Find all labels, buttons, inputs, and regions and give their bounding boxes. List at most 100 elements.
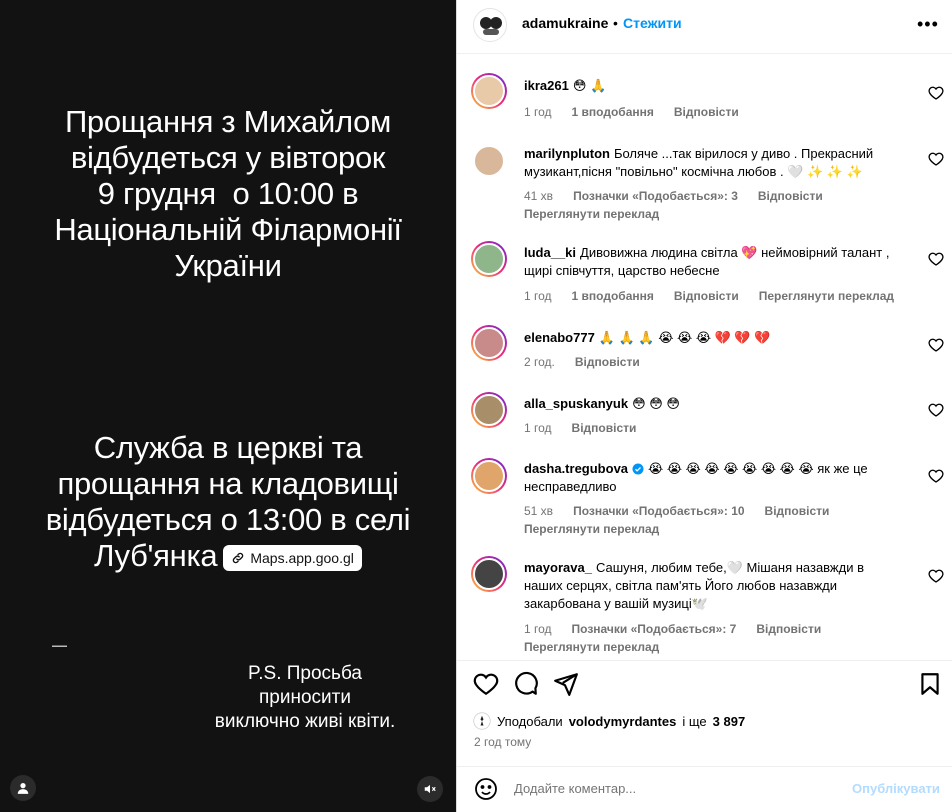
comment-text: dasha.tregubova 😭 😭 😭 😭 😭 😭 😭 😭 😭 як же ц… bbox=[524, 460, 904, 496]
reply-button[interactable]: Відповісти bbox=[758, 189, 823, 203]
post-actions-bar bbox=[457, 660, 952, 710]
emoji-icon[interactable] bbox=[474, 777, 498, 801]
like-icon[interactable] bbox=[473, 671, 499, 697]
comment-time: 51 хв bbox=[524, 504, 554, 518]
comment-likes[interactable]: Позначки «Подобається»: 10 bbox=[573, 504, 744, 518]
heart-icon[interactable] bbox=[928, 251, 944, 267]
add-comment-bar: Опублікувати bbox=[457, 766, 952, 812]
comment-time: 2 год. bbox=[524, 355, 555, 369]
media-line: України bbox=[174, 248, 282, 283]
comment-username[interactable]: luda__ki bbox=[524, 245, 576, 260]
reply-button[interactable]: Відповісти bbox=[674, 105, 739, 119]
comment-time: 1 год bbox=[524, 622, 552, 636]
reply-button[interactable]: Відповісти bbox=[756, 622, 821, 636]
comment-username[interactable]: dasha.tregubova bbox=[524, 461, 628, 476]
media-text-block-2: Служба в церкві та прощання на кладовищі… bbox=[0, 430, 456, 574]
likes-prefix: Уподобали bbox=[497, 713, 563, 729]
media-line: Національній Філармонії bbox=[54, 212, 402, 247]
comment-username[interactable]: elenabo777 bbox=[524, 330, 595, 345]
share-icon[interactable] bbox=[553, 671, 579, 697]
see-translation-link[interactable]: Переглянути переклад bbox=[759, 289, 894, 303]
maps-link-label: Maps.app.goo.gl bbox=[250, 550, 354, 566]
more-options-icon[interactable]: ••• bbox=[917, 14, 939, 35]
media-line: 9 грудня о 10:00 в bbox=[97, 176, 359, 211]
post-header: adamukraine • Стежити ••• bbox=[457, 0, 952, 54]
watermark: ▬▬▬ bbox=[52, 643, 67, 649]
avatar[interactable] bbox=[471, 325, 507, 361]
comment-input[interactable] bbox=[514, 781, 834, 796]
post-author-username[interactable]: adamukraine bbox=[522, 15, 608, 31]
heart-icon[interactable] bbox=[928, 568, 944, 584]
comment-text: alla_spuskanyuk 😳 😳 😳 bbox=[524, 395, 904, 413]
avatar[interactable] bbox=[471, 556, 507, 592]
comment-meta: 1 год Позначки «Подобається»: 7 Відповісти bbox=[524, 622, 841, 636]
comment-likes[interactable]: 1 вподобання bbox=[572, 289, 654, 303]
heart-icon[interactable] bbox=[928, 337, 944, 353]
reply-button[interactable]: Відповісти bbox=[575, 355, 640, 369]
media-line: виключно живі квіти. bbox=[214, 711, 396, 732]
comment-meta: 1 год 1 вподобання Відповісти bbox=[524, 105, 759, 119]
mute-button[interactable] bbox=[417, 776, 443, 802]
comment-username[interactable]: ikra261 bbox=[524, 78, 569, 93]
heart-icon[interactable] bbox=[928, 85, 944, 101]
media-line: відбудеться о 13:00 в селі bbox=[45, 502, 411, 537]
comment-meta: 51 хв Позначки «Подобається»: 10 Відповіст… bbox=[524, 504, 849, 518]
see-translation-link[interactable]: Переглянути переклад bbox=[524, 522, 659, 536]
reply-button[interactable]: Відповісти bbox=[674, 289, 739, 303]
comment-username[interactable]: mayorava_ bbox=[524, 560, 592, 575]
user-icon bbox=[17, 783, 29, 794]
avatar[interactable] bbox=[471, 241, 507, 277]
avatar[interactable] bbox=[471, 458, 507, 494]
comment-likes[interactable]: Позначки «Подобається»: 7 bbox=[572, 622, 737, 636]
speaker-muted-icon bbox=[424, 784, 436, 794]
post-timestamp: 2 год тому bbox=[474, 735, 532, 749]
avatar[interactable] bbox=[471, 73, 507, 109]
follow-button[interactable]: Стежити bbox=[623, 15, 682, 31]
comment-likes[interactable]: Позначки «Подобається»: 3 bbox=[573, 189, 738, 203]
comment-time: 1 год bbox=[524, 289, 552, 303]
avatar[interactable] bbox=[471, 143, 507, 179]
media-line: Луб'янка bbox=[94, 538, 218, 573]
comment-meta: 1 год 1 вподобання Відповісти Переглянути п… bbox=[524, 289, 914, 303]
media-line: Служба в церкві та bbox=[93, 430, 363, 465]
reply-button[interactable]: Відповісти bbox=[572, 421, 637, 435]
heart-icon[interactable] bbox=[928, 402, 944, 418]
comment-username[interactable]: alla_spuskanyuk bbox=[524, 396, 628, 411]
likes-count[interactable]: 3 897 bbox=[713, 714, 746, 729]
verified-badge-icon bbox=[632, 463, 644, 475]
heart-icon[interactable] bbox=[928, 468, 944, 484]
link-icon bbox=[233, 552, 244, 564]
post-sidebar: adamukraine • Стежити ••• ikra261 😳 🙏 1 г… bbox=[456, 0, 952, 812]
comment-icon[interactable] bbox=[513, 671, 539, 697]
comment-time: 1 год bbox=[524, 105, 552, 119]
maps-link-sticker[interactable]: Maps.app.goo.gl bbox=[223, 545, 362, 571]
comment-text: elenabo777 🙏 🙏 🙏 😭 😭 😭 💔 💔 💔 bbox=[524, 329, 904, 347]
see-translation-link[interactable]: Переглянути переклад bbox=[524, 640, 659, 654]
comment-text: mayorava_ Сашуня, любим тебе,🤍 Мішаня наз… bbox=[524, 559, 904, 613]
comment-text: marilynpluton Боляче ...так вірилося у ди… bbox=[524, 145, 904, 181]
comment-likes[interactable]: 1 вподобання bbox=[572, 105, 654, 119]
comment-meta: 41 хв Позначки «Подобається»: 3 Відповісти bbox=[524, 189, 843, 203]
bookmark-icon[interactable] bbox=[917, 671, 943, 697]
comment-meta: 2 год. Відповісти bbox=[524, 355, 660, 369]
comment-body: 😳 😳 😳 bbox=[632, 396, 680, 411]
see-translation-link[interactable]: Переглянути переклад bbox=[524, 207, 659, 221]
tagged-users-button[interactable] bbox=[10, 775, 36, 801]
post-comment-button[interactable]: Опублікувати bbox=[852, 781, 940, 796]
post-media[interactable]: Прощання з Михайлом відбудеться у вівтор… bbox=[0, 0, 456, 812]
comment-body: 🙏 🙏 🙏 😭 😭 😭 💔 💔 💔 bbox=[598, 330, 771, 345]
heart-icon[interactable] bbox=[928, 151, 944, 167]
media-line: прощання на кладовищі bbox=[57, 466, 399, 501]
avatar[interactable] bbox=[471, 392, 507, 428]
media-line: відбудеться у вівторок bbox=[70, 140, 386, 175]
liker-avatar-icon bbox=[473, 712, 491, 730]
comment-text: ikra261 😳 🙏 bbox=[524, 77, 904, 95]
liker-username[interactable]: volodymyrdantes bbox=[569, 714, 677, 729]
comment-username[interactable]: marilynpluton bbox=[524, 146, 610, 161]
comments-list[interactable]: ikra261 😳 🙏 1 год 1 вподобання Відповісти m… bbox=[457, 55, 952, 655]
avatar[interactable] bbox=[473, 8, 507, 42]
comment-meta: 1 год Відповісти bbox=[524, 421, 656, 435]
likes-suffix: і ще bbox=[682, 713, 707, 729]
profile-logo-icon bbox=[480, 17, 502, 35]
reply-button[interactable]: Відповісти bbox=[765, 504, 830, 518]
